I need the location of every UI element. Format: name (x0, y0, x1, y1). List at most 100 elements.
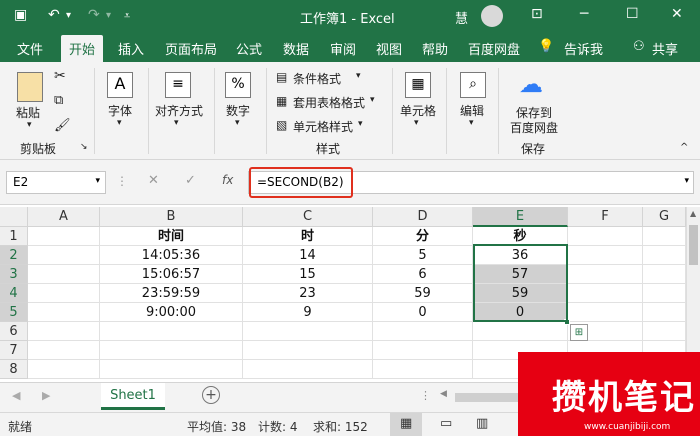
font-button[interactable]: 字体 (108, 102, 132, 119)
cell-f2[interactable] (568, 246, 643, 265)
close-icon[interactable]: ✕ (671, 6, 683, 22)
cell-a3[interactable] (28, 265, 100, 284)
column-header-a[interactable]: A (28, 207, 100, 227)
edit-dropdown-icon[interactable]: ▾ (469, 118, 474, 128)
tab-view[interactable]: 视图 (376, 39, 402, 58)
cell-b6[interactable] (100, 322, 243, 341)
cell-e5[interactable]: 0 (473, 303, 568, 322)
cell-c7[interactable] (243, 341, 373, 360)
cell-g6[interactable] (643, 322, 686, 341)
tab-data[interactable]: 数据 (283, 39, 309, 58)
cells-button[interactable]: 单元格 (400, 102, 436, 119)
chevron-down-icon[interactable]: ▾ (370, 95, 375, 105)
cell-e4[interactable]: 59 (473, 284, 568, 303)
cell-a7[interactable] (28, 341, 100, 360)
copy-icon[interactable]: ⧉ (54, 93, 63, 108)
column-header-d[interactable]: D (373, 207, 473, 227)
horizontal-scrollbar[interactable] (455, 393, 525, 402)
paste-button[interactable]: 粘贴 (16, 104, 40, 121)
cell-a8[interactable] (28, 360, 100, 379)
cell-b1[interactable]: 时间 (100, 227, 243, 246)
tell-me[interactable]: 告诉我 (564, 39, 603, 58)
cell-f4[interactable] (568, 284, 643, 303)
cell-d6[interactable] (373, 322, 473, 341)
conditional-format-button[interactable]: 条件格式 (293, 70, 341, 87)
page-break-icon[interactable]: ▥ (476, 416, 488, 431)
cell-e6[interactable] (473, 322, 568, 341)
column-header-c[interactable]: C (243, 207, 373, 227)
cell-a1[interactable] (28, 227, 100, 246)
font-icon[interactable]: A (107, 72, 133, 98)
cell-b3[interactable]: 15:06:57 (100, 265, 243, 284)
chevron-down-icon[interactable]: ▾ (684, 176, 689, 186)
cell-a5[interactable] (28, 303, 100, 322)
cancel-icon[interactable]: ✕ (148, 173, 159, 188)
cell-g2[interactable] (643, 246, 686, 265)
quick-analysis-icon[interactable]: ⊞ (570, 324, 588, 341)
cell-f5[interactable] (568, 303, 643, 322)
tab-file[interactable]: 文件 (17, 39, 43, 58)
baidu-cloud-icon[interactable]: ☁ (519, 70, 543, 98)
cell-g5[interactable] (643, 303, 686, 322)
cell-a6[interactable] (28, 322, 100, 341)
cell-g4[interactable] (643, 284, 686, 303)
ribbon-display-icon[interactable]: ⊡ (531, 6, 543, 22)
chevron-down-icon[interactable]: ▾ (95, 176, 100, 186)
sheet-prev-icon[interactable]: ◀ (12, 389, 20, 402)
cell-d2[interactable]: 5 (373, 246, 473, 265)
row-header-4[interactable]: 4 (0, 284, 28, 303)
align-icon[interactable]: ≡ (165, 72, 191, 98)
paste-dropdown-icon[interactable]: ▾ (27, 120, 32, 130)
cells-dropdown-icon[interactable]: ▾ (414, 118, 419, 128)
baidu-netdisk-label[interactable]: 百度网盘 (510, 119, 558, 136)
row-header-5[interactable]: 5 (0, 303, 28, 322)
cell-d3[interactable]: 6 (373, 265, 473, 284)
cell-d7[interactable] (373, 341, 473, 360)
format-painter-icon[interactable]: 🖌 (54, 118, 71, 133)
select-all-corner[interactable] (0, 207, 28, 227)
cell-b7[interactable] (100, 341, 243, 360)
cell-d1[interactable]: 分 (373, 227, 473, 246)
cell-c1[interactable]: 时 (243, 227, 373, 246)
column-header-e[interactable]: E (473, 207, 568, 227)
edit-button[interactable]: 编辑 (460, 102, 484, 119)
tab-page-layout[interactable]: 页面布局 (165, 39, 217, 58)
tab-review[interactable]: 审阅 (330, 39, 356, 58)
cell-a4[interactable] (28, 284, 100, 303)
font-dropdown-icon[interactable]: ▾ (117, 118, 122, 128)
save-icon[interactable]: ▣ (14, 7, 27, 23)
cell-c4[interactable]: 23 (243, 284, 373, 303)
insert-function-icon[interactable]: fx (222, 173, 233, 187)
cell-d4[interactable]: 59 (373, 284, 473, 303)
column-header-g[interactable]: G (643, 207, 686, 227)
cell-e3[interactable]: 57 (473, 265, 568, 284)
row-header-6[interactable]: 6 (0, 322, 28, 341)
cell-f3[interactable] (568, 265, 643, 284)
scroll-up-icon[interactable]: ▲ (690, 209, 696, 218)
align-button[interactable]: 对齐方式 (155, 102, 203, 119)
cell-b5[interactable]: 9:00:00 (100, 303, 243, 322)
tab-home[interactable]: 开始 (61, 35, 104, 62)
chevron-down-icon[interactable]: ▾ (356, 71, 361, 81)
confirm-icon[interactable]: ✓ (185, 173, 196, 188)
cell-e1[interactable]: 秒 (473, 227, 568, 246)
cell-b2[interactable]: 14:05:36 (100, 246, 243, 265)
cell-style-button[interactable]: 单元格样式 (293, 118, 353, 135)
sheet-tab-sheet1[interactable]: Sheet1 (101, 383, 165, 410)
tab-baidu-netdisk[interactable]: 百度网盘 (468, 39, 520, 58)
number-dropdown-icon[interactable]: ▾ (235, 118, 240, 128)
avatar[interactable] (481, 5, 503, 27)
table-format-button[interactable]: 套用表格格式 (293, 94, 365, 111)
row-header-1[interactable]: 1 (0, 227, 28, 246)
chevron-down-icon[interactable]: ▾ (358, 119, 363, 129)
cell-c3[interactable]: 15 (243, 265, 373, 284)
cell-d8[interactable] (373, 360, 473, 379)
cell-c6[interactable] (243, 322, 373, 341)
tab-insert[interactable]: 插入 (118, 39, 144, 58)
dialog-launcher-icon[interactable]: ↘ (80, 142, 88, 152)
scroll-left-icon[interactable]: ◀ (440, 389, 447, 399)
maximize-icon[interactable]: ☐ (626, 6, 639, 22)
cell-g1[interactable] (643, 227, 686, 246)
cell-c2[interactable]: 14 (243, 246, 373, 265)
name-box[interactable]: E2 ▾ (6, 171, 106, 194)
